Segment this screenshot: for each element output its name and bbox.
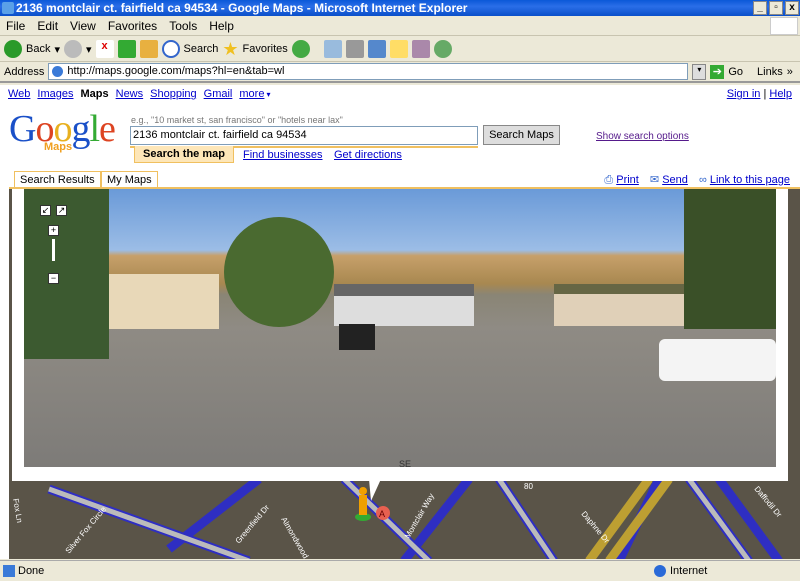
tab-search-the-map[interactable]: Search the map — [134, 146, 234, 163]
map-actions: ⎙ Print ✉ Send ∞ Link to this page — [596, 173, 790, 187]
search-hint: e.g., "10 market st, san francisco" or "… — [131, 115, 343, 125]
sign-in-link[interactable]: Sign in — [727, 88, 761, 100]
tab-my-maps[interactable]: My Maps — [101, 171, 158, 188]
print-link[interactable]: Print — [616, 174, 639, 186]
search-icon[interactable] — [161, 40, 180, 58]
maximize-button[interactable]: ▫ — [769, 1, 783, 15]
discuss-icon[interactable] — [389, 40, 408, 58]
search-button[interactable]: Search — [184, 43, 219, 55]
expand-icon[interactable]: ↙ — [40, 205, 51, 216]
help-link[interactable]: Help — [769, 88, 792, 100]
search-input[interactable]: 2136 montclair ct. fairfield ca 94534 — [130, 126, 478, 145]
go-icon[interactable]: ➔ — [710, 64, 725, 79]
street-view-panel: SE ↙ ↗ + − — [12, 189, 788, 481]
security-zone: Internet — [670, 565, 708, 577]
menu-edit[interactable]: Edit — [31, 16, 64, 36]
menu-favorites[interactable]: Favorites — [102, 16, 163, 36]
send-icon[interactable]: ✉ — [650, 174, 659, 186]
search-maps-button[interactable]: Search Maps — [483, 125, 560, 145]
address-dropdown[interactable]: ▾ — [692, 63, 707, 80]
send-link[interactable]: Send — [662, 174, 688, 186]
ie-icon — [2, 2, 14, 14]
favorites-button[interactable]: Favorites — [243, 43, 288, 55]
tab-find-businesses[interactable]: Find businesses — [243, 149, 323, 161]
tab-search-results[interactable]: Search Results — [14, 171, 101, 188]
street-view-image[interactable]: SE — [24, 189, 776, 469]
address-bar: Address http://maps.google.com/maps?hl=e… — [0, 62, 800, 83]
toolbar: Back ▾ ▾ x Search ★ Favorites — [0, 37, 800, 62]
nav-maps: Maps — [80, 88, 109, 100]
map-area[interactable]: Silver Fox Circle Greenfield Dr Almondwo… — [9, 187, 800, 559]
history-icon[interactable] — [291, 40, 310, 58]
nav-more[interactable]: more — [239, 88, 264, 100]
link-to-page[interactable]: Link to this page — [710, 174, 790, 186]
internet-zone-icon — [654, 565, 666, 577]
back-button[interactable]: Back — [26, 43, 50, 55]
forward-icon[interactable] — [64, 40, 82, 58]
nav-gmail[interactable]: Gmail — [204, 88, 233, 100]
page-icon — [3, 565, 15, 577]
stop-icon[interactable]: x — [95, 40, 114, 58]
address-url[interactable]: http://maps.google.com/maps?hl=en&tab=wl — [67, 65, 284, 77]
title-bar: 2136 montclair ct. fairfield ca 94534 - … — [0, 0, 800, 16]
print-icon[interactable]: ⎙ — [604, 174, 613, 186]
zoom-in-button[interactable]: + — [48, 225, 59, 236]
zoom-slider[interactable] — [52, 239, 55, 261]
menu-file[interactable]: File — [0, 16, 31, 36]
close-button[interactable]: x — [785, 1, 799, 15]
messenger-icon[interactable] — [433, 40, 452, 58]
tab-get-directions[interactable]: Get directions — [334, 149, 402, 161]
nav-shopping[interactable]: Shopping — [150, 88, 197, 100]
edit-icon[interactable] — [367, 40, 386, 58]
menu-view[interactable]: View — [64, 16, 102, 36]
links-button[interactable]: Links — [757, 66, 783, 78]
windows-logo-icon — [770, 17, 798, 35]
window-title: 2136 montclair ct. fairfield ca 94534 - … — [16, 1, 468, 15]
svg-text:A: A — [379, 509, 385, 519]
collapse-icon[interactable]: ↗ — [56, 205, 67, 216]
logo-maps-label: Maps — [44, 141, 73, 153]
home-icon[interactable] — [139, 40, 158, 58]
show-search-options-link[interactable]: Show search options — [596, 131, 689, 142]
nav-web[interactable]: Web — [8, 88, 30, 100]
menu-help[interactable]: Help — [203, 16, 240, 36]
refresh-icon[interactable] — [117, 40, 136, 58]
menu-tools[interactable]: Tools — [163, 16, 203, 36]
print-icon[interactable] — [345, 40, 364, 58]
address-input[interactable]: http://maps.google.com/maps?hl=en&tab=wl — [48, 63, 689, 80]
nav-news[interactable]: News — [116, 88, 144, 100]
google-nav: Web Images Maps News Shopping Gmail more ▾ — [8, 88, 271, 100]
compass-heading: SE — [399, 459, 412, 469]
page: Web Images Maps News Shopping Gmail more ▾ Sign… — [0, 85, 800, 559]
research-icon[interactable] — [411, 40, 430, 58]
status-text: Done — [18, 565, 45, 577]
link-icon[interactable]: ∞ — [699, 174, 707, 186]
minimize-button[interactable]: _ — [753, 1, 767, 15]
account-links: Sign in | Help — [726, 88, 792, 100]
highway-shield: 80 — [524, 482, 533, 491]
page-icon — [52, 66, 64, 77]
favorites-icon[interactable]: ★ — [222, 39, 238, 60]
back-icon[interactable] — [4, 40, 22, 58]
nav-images[interactable]: Images — [37, 88, 73, 100]
address-label: Address — [4, 65, 45, 78]
status-bar: Done Internet — [0, 560, 800, 581]
go-button[interactable]: Go — [728, 66, 743, 78]
zoom-out-button[interactable]: − — [48, 273, 59, 284]
menu-bar: File Edit View Favorites Tools Help — [0, 16, 800, 36]
mail-icon[interactable] — [323, 40, 342, 58]
marker-a-icon[interactable]: A — [376, 506, 390, 520]
